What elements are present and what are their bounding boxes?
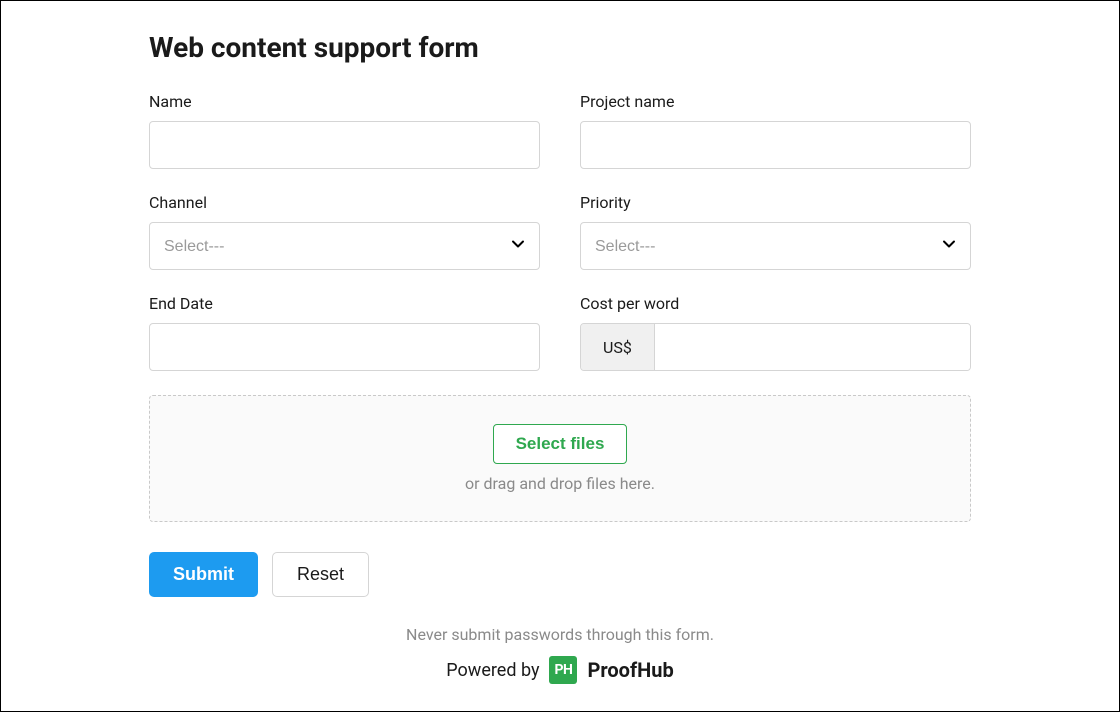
reset-button[interactable]: Reset: [272, 552, 369, 597]
currency-group: US$: [580, 323, 971, 371]
form-title: Web content support form: [149, 31, 971, 64]
submit-button[interactable]: Submit: [149, 552, 258, 597]
form-container: Web content support form Name Project na…: [1, 1, 1119, 684]
priority-label: Priority: [580, 193, 971, 212]
group-priority: Priority Select---: [580, 193, 971, 270]
priority-select-wrapper: Select---: [580, 222, 971, 270]
group-channel: Channel Select---: [149, 193, 540, 270]
powered-by: Powered by PH ProofHub: [149, 656, 971, 684]
cost-per-word-label: Cost per word: [580, 294, 971, 313]
end-date-input[interactable]: [149, 323, 540, 371]
select-files-button[interactable]: Select files: [493, 424, 628, 464]
group-cost-per-word: Cost per word US$: [580, 294, 971, 371]
powered-by-label: Powered by: [446, 660, 539, 681]
password-warning: Never submit passwords through this form…: [149, 625, 971, 644]
end-date-label: End Date: [149, 294, 540, 313]
row-2: Channel Select--- Priority Select---: [149, 193, 971, 270]
row-3: End Date Cost per word US$: [149, 294, 971, 371]
file-drop-zone[interactable]: Select files or drag and drop files here…: [149, 395, 971, 522]
currency-prefix: US$: [581, 324, 655, 370]
name-input[interactable]: [149, 121, 540, 169]
cost-per-word-input[interactable]: [655, 324, 970, 370]
channel-label: Channel: [149, 193, 540, 212]
name-label: Name: [149, 92, 540, 111]
actions-row: Submit Reset: [149, 552, 971, 597]
project-name-label: Project name: [580, 92, 971, 111]
footer: Never submit passwords through this form…: [149, 625, 971, 684]
row-1: Name Project name: [149, 92, 971, 169]
brand-name: ProofHub: [587, 658, 673, 682]
proofhub-logo-icon: PH: [549, 656, 577, 684]
group-name: Name: [149, 92, 540, 169]
priority-select[interactable]: Select---: [580, 222, 971, 270]
channel-select-wrapper: Select---: [149, 222, 540, 270]
project-name-input[interactable]: [580, 121, 971, 169]
group-end-date: End Date: [149, 294, 540, 371]
drop-hint: or drag and drop files here.: [166, 474, 954, 493]
channel-select[interactable]: Select---: [149, 222, 540, 270]
group-project-name: Project name: [580, 92, 971, 169]
